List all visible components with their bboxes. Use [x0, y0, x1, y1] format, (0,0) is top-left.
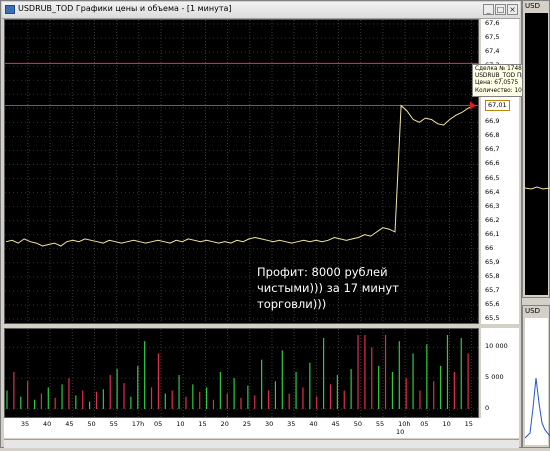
annotation-line-2: чистыми))) за 17 минут [257, 281, 399, 295]
right-window-chart [524, 13, 550, 295]
time-tick-label: 15 [198, 420, 207, 428]
time-tick-label: 50 [353, 420, 362, 428]
price-tick-label: 66,9 [485, 117, 500, 126]
annotation-line-1: Профит: 8000 рублей [257, 265, 388, 279]
right-window-plot-svg [524, 377, 550, 439]
time-tick-label: 35 [20, 420, 30, 428]
close-button[interactable]: × [507, 4, 518, 15]
right-window-bottom[interactable]: USD [522, 305, 550, 448]
time-tick-label: 55 [109, 420, 118, 428]
right-window-plot [524, 318, 550, 445]
time-tick-label: 50 [87, 420, 96, 428]
price-tick-label: 67,5 [485, 33, 500, 42]
price-tick-label: 66,8 [485, 131, 500, 140]
volume-chart-svg [5, 329, 478, 417]
price-tick-label: 66,3 [485, 201, 500, 210]
time-tick-label: 45 [331, 420, 340, 428]
time-tick-label: 10 [176, 420, 185, 428]
minimize-button[interactable]: _ [483, 4, 494, 15]
price-tick-label: 66,4 [485, 187, 500, 196]
price-tick-label: 67,6 [485, 19, 500, 27]
volume-chart-pane[interactable] [4, 328, 479, 418]
chart-app-icon [5, 5, 15, 14]
time-tick-label: 20 [220, 420, 229, 428]
price-series-line [5, 104, 475, 247]
price-tick-label: 66,6 [485, 159, 500, 168]
horizontal-scrollbar[interactable] [4, 439, 519, 448]
price-tick-label: 66,1 [485, 229, 500, 238]
price-tick-label: 65,9 [485, 257, 500, 266]
time-axis: 10 35 40 45 50 55 17h 05 10 15 20 25 30 35 40 45 50 55 10… [4, 418, 519, 438]
window-title: USDRUB_TOD Графики цены и объема - [1 ми… [18, 4, 232, 13]
price-tick-label: 66,7 [485, 145, 500, 154]
time-tick-label: 55 [375, 420, 385, 428]
right-window-chart-svg [524, 186, 550, 190]
right-window-title-2: USD [525, 307, 540, 315]
time-tick-label: 10 [442, 420, 451, 428]
price-tick-label: 65,8 [485, 271, 500, 280]
time-tick-label: 40 [43, 420, 52, 428]
right-window-top[interactable]: USD [522, 0, 550, 298]
price-tick-label: 66,5 [485, 173, 500, 182]
time-tick-label: 45 [65, 420, 74, 428]
time-tick-label: 35 [287, 420, 296, 428]
date-label: 10 [396, 428, 405, 436]
price-tick-label: 65,5 [485, 314, 500, 322]
profit-annotation: Профит: 8000 рублей чистыми))) за 17 мин… [257, 264, 427, 312]
price-tick-label: 65,6 [485, 299, 500, 308]
maximize-button[interactable]: □ [495, 4, 506, 15]
time-tick-label: 30 [264, 420, 274, 428]
time-tick-label: 40 [309, 420, 318, 428]
annotation-line-3: торговли))) [257, 297, 327, 311]
time-tick-label: 10h [398, 420, 411, 428]
volume-tick-label: 10 000 [485, 342, 508, 351]
price-tick-label: 66,2 [485, 215, 500, 224]
volume-tick-label: 0 [485, 404, 490, 412]
time-tick-label: 17h [131, 420, 145, 428]
chart-window: USDRUB_TOD Графики цены и объема - [1 ми… [0, 0, 522, 448]
time-tick-label: 25 [242, 420, 252, 428]
price-tick-label: 65,7 [485, 285, 500, 294]
price-tick-label: 66 [485, 243, 494, 252]
time-tick-label: 05 [154, 420, 163, 428]
time-tick-label: 05 [420, 420, 429, 428]
volume-axis: 10 000 5 000 0 [481, 328, 519, 418]
time-tick-label: 15 [464, 420, 473, 428]
price-tick-label: 67,4 [485, 47, 500, 56]
price-chart-pane[interactable]: Профит: 8000 рублей чистыми))) за 17 мин… [4, 19, 479, 324]
right-window-title: USD [525, 2, 540, 10]
window-titlebar[interactable]: USDRUB_TOD Графики цены и объема - [1 ми… [2, 2, 520, 19]
last-price-tag: 67,01 [485, 100, 510, 111]
volume-tick-label: 5 000 [485, 373, 504, 382]
